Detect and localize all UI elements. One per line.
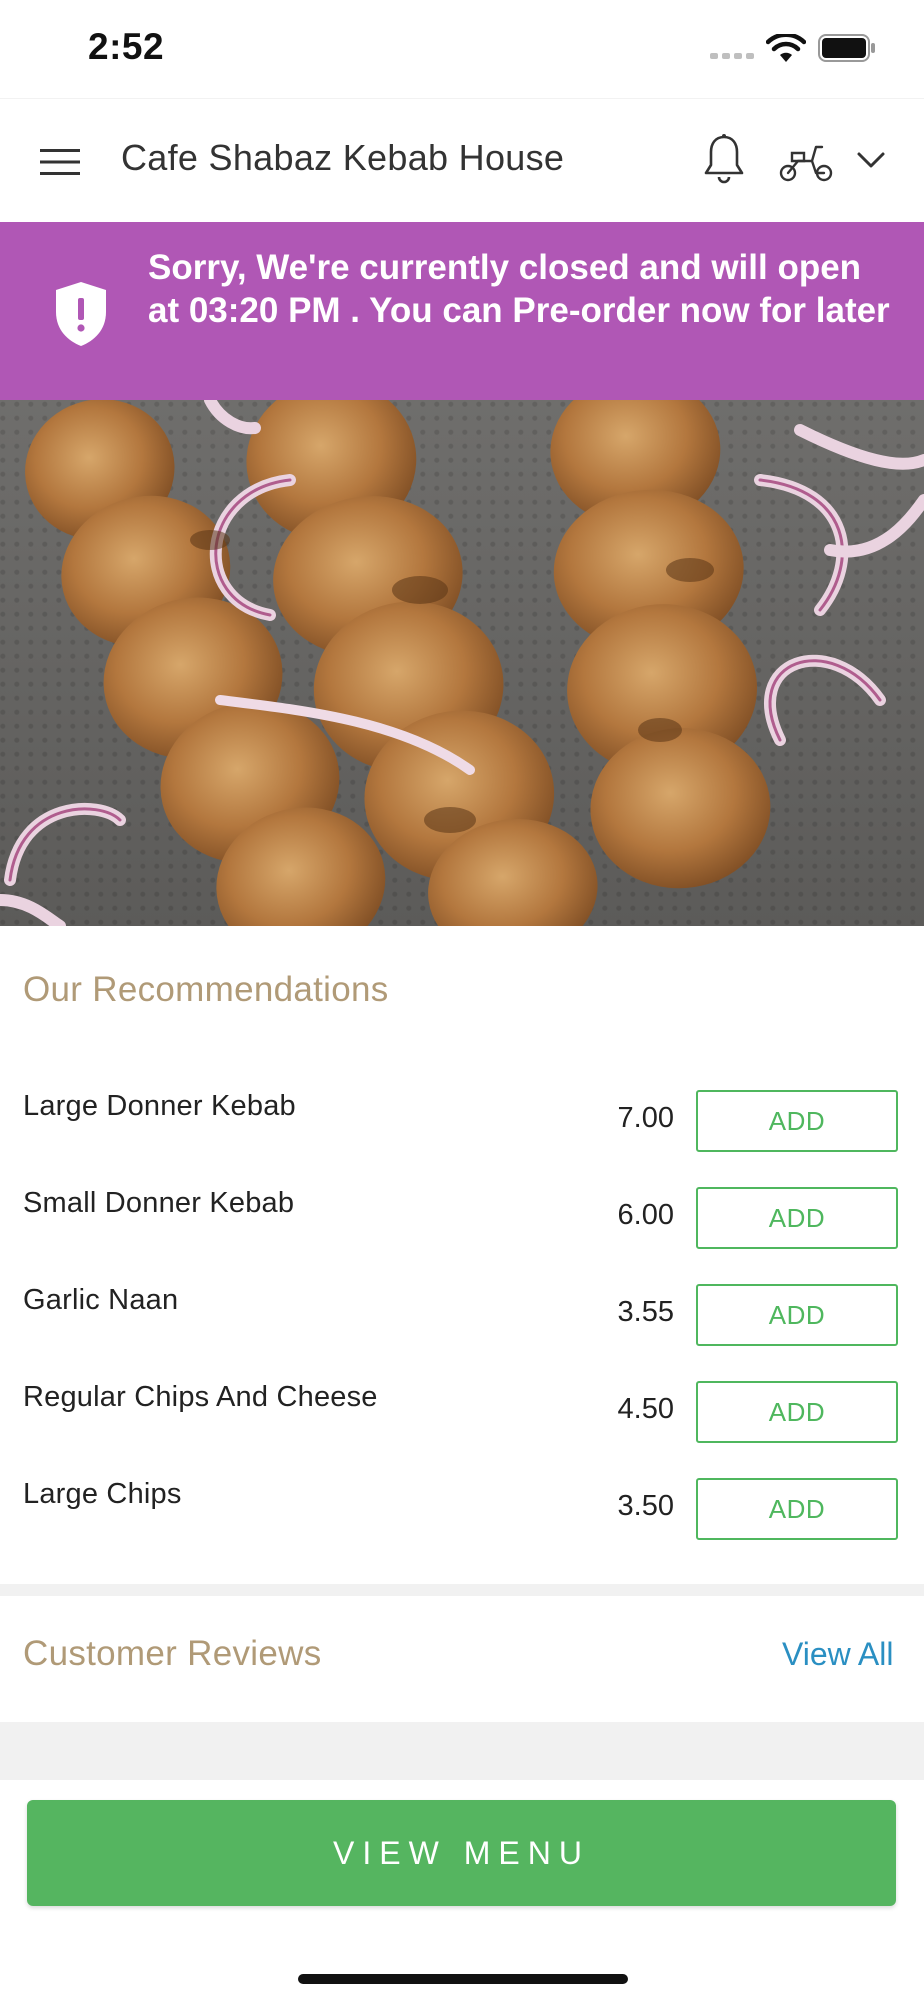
- item-name: Small Donner Kebab: [23, 1187, 295, 1219]
- item-price: 3.50: [617, 1490, 674, 1522]
- closed-banner: Sorry, We're currently closed and will o…: [0, 222, 924, 400]
- cellular-signal-icon: [710, 53, 754, 59]
- add-button[interactable]: ADD: [696, 1090, 898, 1152]
- chevron-down-icon[interactable]: [856, 149, 886, 171]
- section-divider: [0, 1722, 924, 1780]
- closed-message: Sorry, We're currently closed and will o…: [148, 248, 890, 330]
- battery-icon: [818, 34, 875, 62]
- bottom-bar: VIEW MENU: [0, 1780, 924, 2000]
- recommendation-item: Large Chips 3.50 ADD: [0, 1478, 924, 1575]
- item-price: 4.50: [617, 1393, 674, 1425]
- section-divider: [0, 1584, 924, 1596]
- recommendation-item: Small Donner Kebab 6.00 ADD: [0, 1187, 924, 1284]
- item-name: Large Chips: [23, 1478, 182, 1510]
- app-header: Cafe Shabaz Kebab House: [0, 98, 924, 223]
- add-button[interactable]: ADD: [696, 1478, 898, 1540]
- view-menu-button[interactable]: VIEW MENU: [27, 1800, 896, 1906]
- bell-icon[interactable]: [702, 133, 746, 185]
- reviews-section: Customer Reviews View All: [0, 1596, 924, 1722]
- item-price: 3.55: [617, 1296, 674, 1328]
- status-time: 2:52: [88, 26, 165, 67]
- restaurant-hero-image: [0, 400, 924, 926]
- restaurant-name: Cafe Shabaz Kebab House: [121, 137, 565, 178]
- item-name: Large Donner Kebab: [23, 1090, 296, 1122]
- delivery-scooter-icon[interactable]: [778, 139, 834, 183]
- status-bar: 2:52: [0, 0, 924, 98]
- add-button[interactable]: ADD: [696, 1187, 898, 1249]
- add-button[interactable]: ADD: [696, 1381, 898, 1443]
- home-indicator[interactable]: [298, 1974, 628, 1984]
- hamburger-menu-icon[interactable]: [40, 147, 80, 177]
- recommendation-item: Garlic Naan 3.55 ADD: [0, 1284, 924, 1381]
- item-price: 6.00: [617, 1199, 674, 1231]
- wifi-icon: [766, 34, 806, 62]
- kebab-skewers-illustration: [0, 400, 924, 926]
- reviews-title: Customer Reviews: [23, 1634, 322, 1673]
- item-price: 7.00: [617, 1102, 674, 1134]
- recommendation-item: Regular Chips And Cheese 4.50 ADD: [0, 1381, 924, 1478]
- recommendation-item: Large Donner Kebab 7.00 ADD: [0, 1090, 924, 1187]
- item-name: Regular Chips And Cheese: [23, 1381, 378, 1413]
- item-name: Garlic Naan: [23, 1284, 179, 1316]
- recommendations-title: Our Recommendations: [23, 970, 389, 1009]
- add-button[interactable]: ADD: [696, 1284, 898, 1346]
- view-all-reviews-link[interactable]: View All: [782, 1636, 893, 1673]
- shield-alert-icon: [56, 282, 106, 346]
